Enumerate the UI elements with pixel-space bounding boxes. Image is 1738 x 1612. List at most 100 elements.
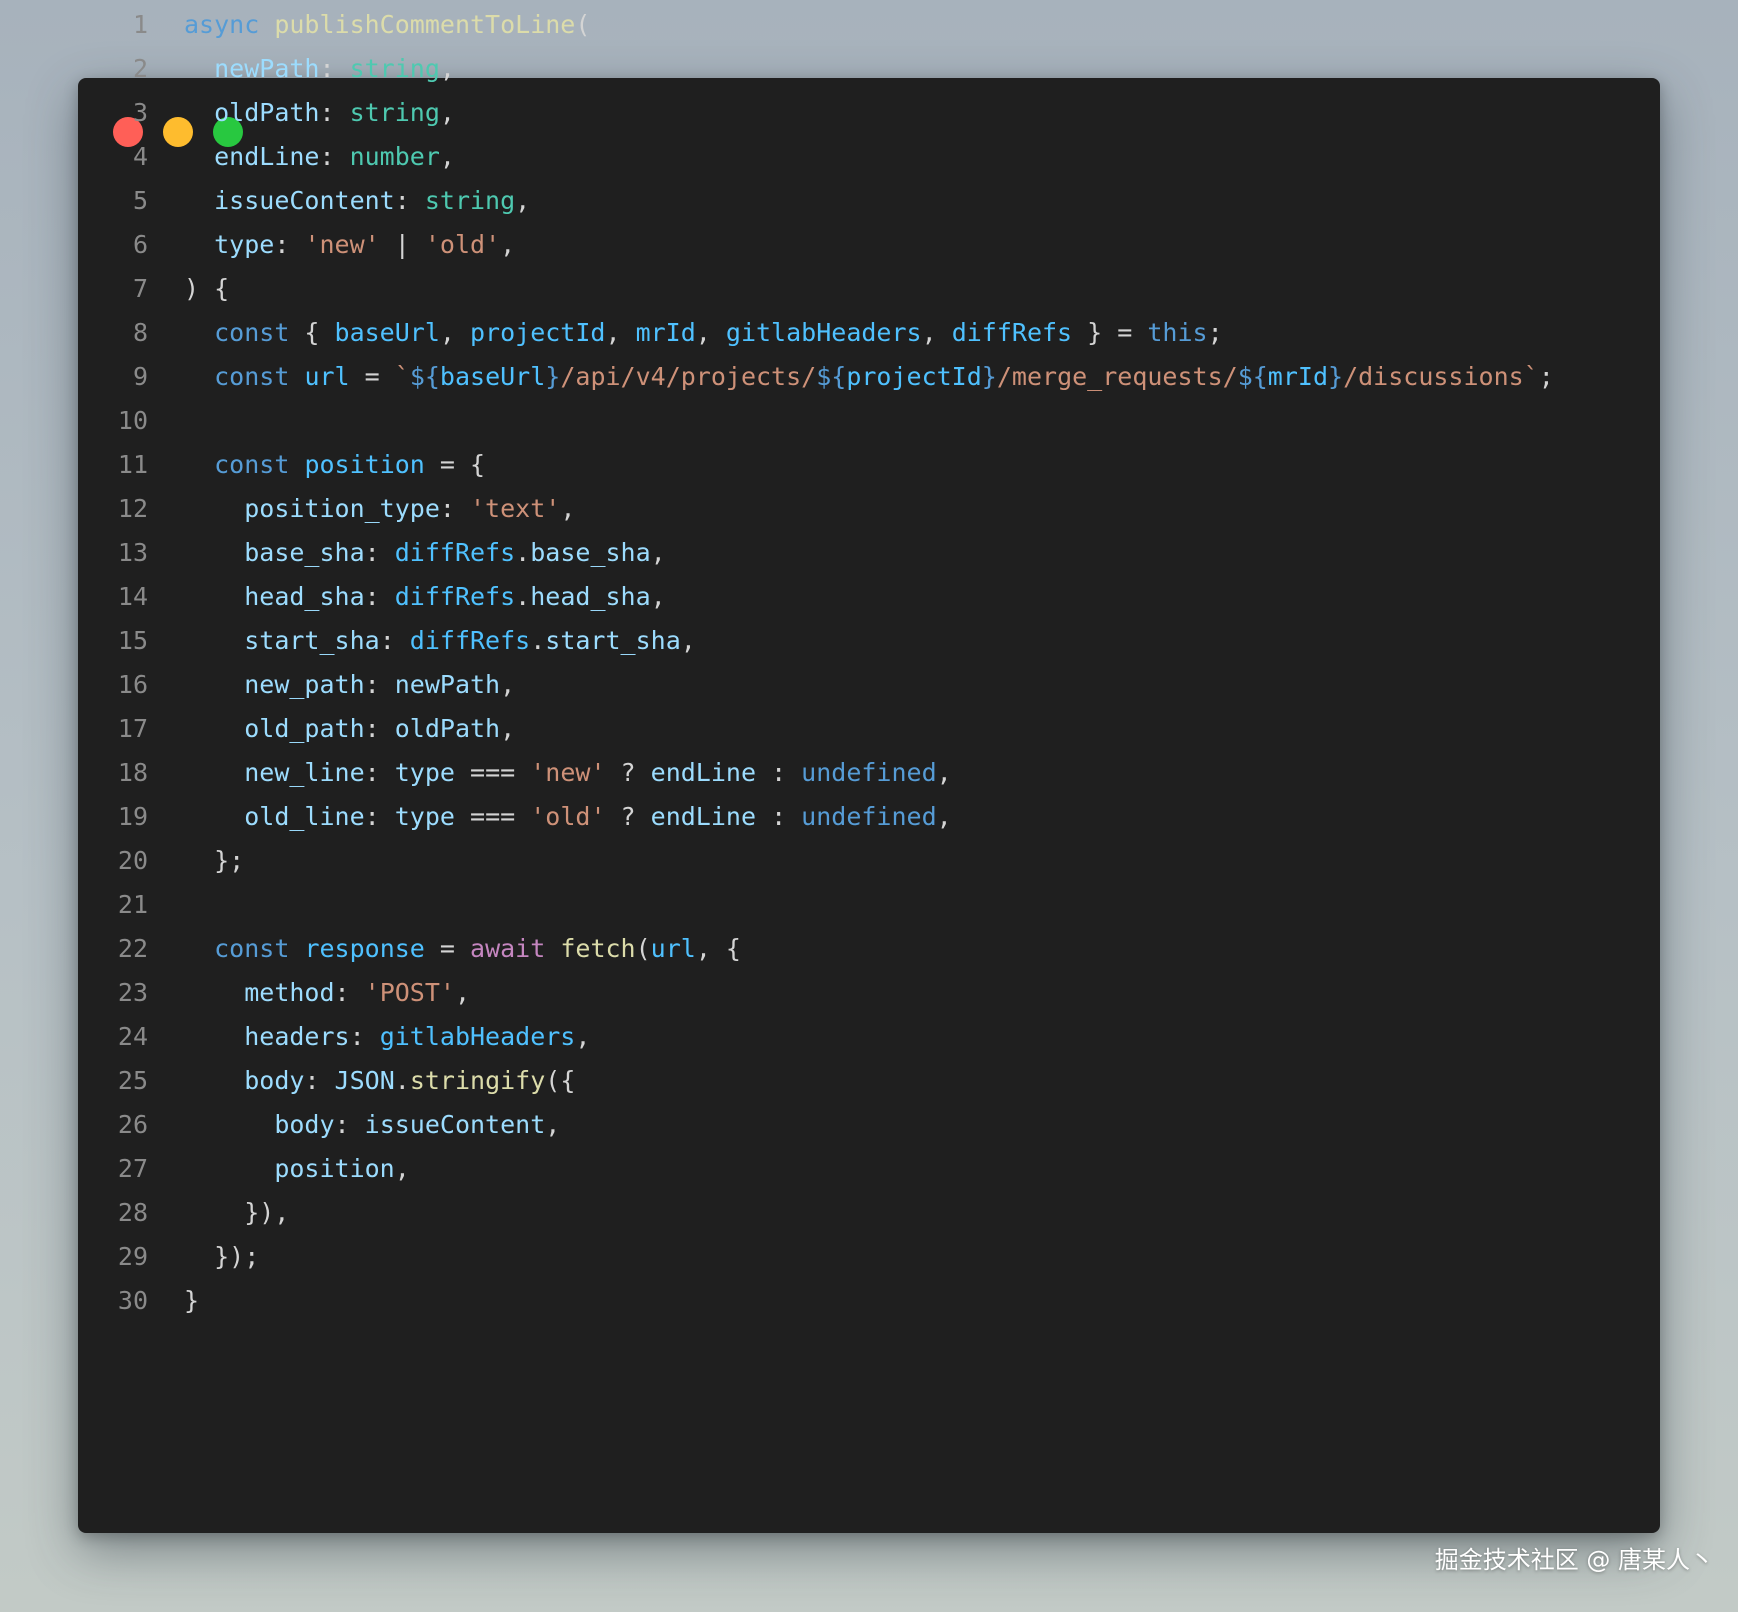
code-token: const [214, 934, 290, 963]
code-token: : [319, 142, 350, 171]
code-token: , [695, 318, 726, 347]
code-token: head_sha [530, 582, 651, 611]
code-text: endLine: number, [184, 135, 455, 179]
code-token: , [936, 802, 952, 831]
code-token: ( [575, 10, 591, 39]
code-token: old_path [244, 714, 365, 743]
code-token: string [349, 98, 440, 127]
code-token: diffRefs [394, 538, 516, 567]
code-token: gitlabHeaders [379, 1022, 576, 1051]
code-token: : [334, 978, 365, 1007]
code-text: oldPath: string, [184, 91, 455, 135]
code-text: const url = `${baseUrl}/api/v4/projects/… [184, 355, 1554, 399]
line-number: 16 [117, 670, 148, 699]
code-token: , [439, 318, 470, 347]
code-token: position [304, 450, 425, 479]
code-token: ; [1538, 362, 1554, 391]
code-text: issueContent: string, [184, 179, 530, 223]
code-token: } [545, 362, 561, 391]
code-token: ` [394, 362, 410, 391]
line-number: 3 [132, 98, 148, 127]
code-token: ${ [816, 362, 847, 391]
code-token: : [274, 230, 305, 259]
code-token: : [379, 626, 410, 655]
code-token: , [394, 1154, 410, 1183]
code-token: /api/v4/projects/ [560, 362, 817, 391]
code-token: string [424, 186, 516, 215]
code-token: endLine [650, 758, 757, 787]
line-number: 21 [117, 890, 148, 919]
code-text: headers: gitlabHeaders, [184, 1015, 590, 1059]
code-token: diffRefs [951, 318, 1073, 347]
code-token: type [394, 758, 455, 787]
code-token: ( [635, 934, 651, 963]
code-token: , [605, 318, 636, 347]
code-token: : [364, 670, 395, 699]
line-number: 13 [117, 538, 148, 567]
line-number: 8 [132, 318, 148, 347]
code-token: gitlabHeaders [725, 318, 922, 347]
code-token: start_sha [545, 626, 681, 655]
line-number: 26 [117, 1110, 148, 1139]
code-token: , [439, 142, 455, 171]
code-token: mrId [1267, 362, 1329, 391]
code-token: } [981, 362, 997, 391]
code-token: . [530, 626, 546, 655]
code-text: }; [184, 839, 244, 883]
line-number: 28 [117, 1198, 148, 1227]
code-text: body: issueContent, [184, 1103, 560, 1147]
line-number: 6 [132, 230, 148, 259]
line-number: 12 [117, 494, 148, 523]
code-text: ) { [184, 267, 229, 311]
code-text: position_type: 'text', [184, 487, 575, 531]
line-number: 11 [117, 450, 148, 479]
code-token: : [364, 802, 395, 831]
code-text: position, [184, 1147, 410, 1191]
code-token: , [921, 318, 952, 347]
code-token: , [454, 978, 471, 1007]
code-text: start_sha: diffRefs.start_sha, [184, 619, 696, 663]
code-token: , { [695, 934, 741, 963]
code-token: : [394, 186, 425, 215]
code-token: , [680, 626, 696, 655]
line-number: 10 [117, 406, 148, 435]
code-token: mrId [635, 318, 696, 347]
code-token: . [394, 1066, 410, 1095]
code-token: : [439, 494, 470, 523]
code-token: const [214, 450, 290, 479]
code-text: }), [184, 1191, 289, 1235]
code-text: base_sha: diffRefs.base_sha, [184, 531, 666, 575]
code-token: JSON [334, 1066, 395, 1095]
code-token: , [500, 230, 516, 259]
code-token: : [756, 802, 802, 831]
code-token: | [379, 230, 425, 259]
code-token: publishCommentToLine [274, 10, 576, 39]
code-token: : [349, 1022, 380, 1051]
code-token: , [439, 54, 455, 83]
code-text: const response = await fetch(url, { [184, 927, 741, 971]
code-token: type [394, 802, 455, 831]
code-text: type: 'new' | 'old', [184, 223, 515, 267]
line-number: 24 [117, 1022, 148, 1051]
code-token: , [515, 186, 531, 215]
code-text: old_line: type === 'old' ? endLine : und… [184, 795, 952, 839]
watermark: 掘金技术社区 @ 唐某人丶 [1434, 1546, 1714, 1574]
line-number: 25 [117, 1066, 148, 1095]
code-token: baseUrl [334, 318, 440, 347]
code-token: type [214, 230, 275, 259]
code-token: } [1328, 362, 1344, 391]
line-number: 29 [117, 1242, 148, 1271]
line-number: 19 [117, 802, 148, 831]
